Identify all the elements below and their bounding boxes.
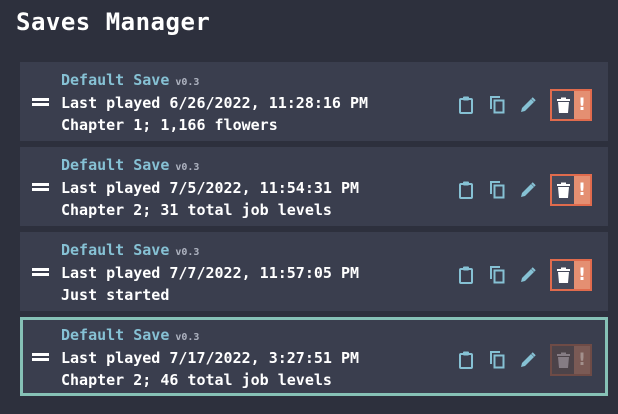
save-version: v0.3 [175,332,200,343]
last-played: Last played 7/7/2022, 11:57:05 PM [61,264,360,282]
save-header: Default Save v0.3 [61,325,199,344]
exclamation-icon: ! [578,179,586,200]
saves-list: Default Save v0.3 Last played 6/26/2022, … [20,62,608,402]
save-name: Default Save [61,326,170,344]
copy-icon [489,96,504,114]
save-progress: Just started [61,286,170,304]
confirm-delete-button[interactable]: ! [574,261,590,289]
export-button[interactable] [457,180,475,200]
save-slot[interactable]: Default Save v0.3 Last played 7/7/2022, 1… [20,232,608,311]
pencil-icon [521,97,536,112]
save-name: Default Save [61,241,170,259]
exclamation-icon: ! [578,349,586,370]
save-header: Default Save v0.3 [61,240,199,259]
delete-group: ! [550,89,592,121]
export-button[interactable] [457,95,475,115]
save-actions: ! [457,259,592,291]
save-actions: ! [457,89,592,121]
clipboard-icon [459,96,473,114]
duplicate-button[interactable] [488,265,506,285]
copy-icon [489,351,504,369]
clipboard-icon [459,181,473,199]
export-button[interactable] [457,350,475,370]
save-actions: ! [457,344,592,376]
duplicate-button[interactable] [488,95,506,115]
drag-handle-icon[interactable] [32,98,49,106]
confirm-delete-button: ! [574,346,590,374]
delete-button [552,346,574,374]
save-name: Default Save [61,156,170,174]
delete-button[interactable] [552,261,574,289]
save-progress: Chapter 2; 31 total job levels [61,201,332,219]
drag-handle-icon[interactable] [32,183,49,191]
trash-icon [556,97,570,113]
delete-group: ! [550,259,592,291]
page-title: Saves Manager [16,8,211,36]
rename-button[interactable] [519,95,537,115]
save-header: Default Save v0.3 [61,155,199,174]
delete-group-disabled: ! [550,344,592,376]
confirm-delete-button[interactable]: ! [574,91,590,119]
last-played: Last played 6/26/2022, 11:28:16 PM [61,94,369,112]
rename-button[interactable] [519,350,537,370]
clipboard-icon [459,266,473,284]
save-header: Default Save v0.3 [61,70,199,89]
copy-icon [489,181,504,199]
duplicate-button[interactable] [488,180,506,200]
pencil-icon [521,182,536,197]
delete-button[interactable] [552,176,574,204]
rename-button[interactable] [519,265,537,285]
last-played: Last played 7/5/2022, 11:54:31 PM [61,179,360,197]
save-slot[interactable]: Default Save v0.3 Last played 6/26/2022, … [20,62,608,141]
export-button[interactable] [457,265,475,285]
last-played: Last played 7/17/2022, 3:27:51 PM [61,349,360,367]
save-name: Default Save [61,71,170,89]
trash-icon [556,267,570,283]
save-progress: Chapter 2; 46 total job levels [61,371,332,389]
drag-handle-icon[interactable] [32,268,49,276]
drag-handle-icon[interactable] [32,353,49,361]
save-version: v0.3 [175,77,200,88]
copy-icon [489,266,504,284]
trash-icon [556,182,570,198]
save-version: v0.3 [175,162,200,173]
rename-button[interactable] [519,180,537,200]
pencil-icon [521,352,536,367]
exclamation-icon: ! [578,94,586,115]
confirm-delete-button[interactable]: ! [574,176,590,204]
clipboard-icon [459,351,473,369]
save-slot[interactable]: Default Save v0.3 Last played 7/5/2022, 1… [20,147,608,226]
save-actions: ! [457,174,592,206]
exclamation-icon: ! [578,264,586,285]
trash-icon [556,352,570,368]
save-slot-selected[interactable]: Default Save v0.3 Last played 7/17/2022, … [20,317,608,396]
save-progress: Chapter 1; 1,166 flowers [61,116,278,134]
save-version: v0.3 [175,247,200,258]
pencil-icon [521,267,536,282]
delete-button[interactable] [552,91,574,119]
duplicate-button[interactable] [488,350,506,370]
delete-group: ! [550,174,592,206]
